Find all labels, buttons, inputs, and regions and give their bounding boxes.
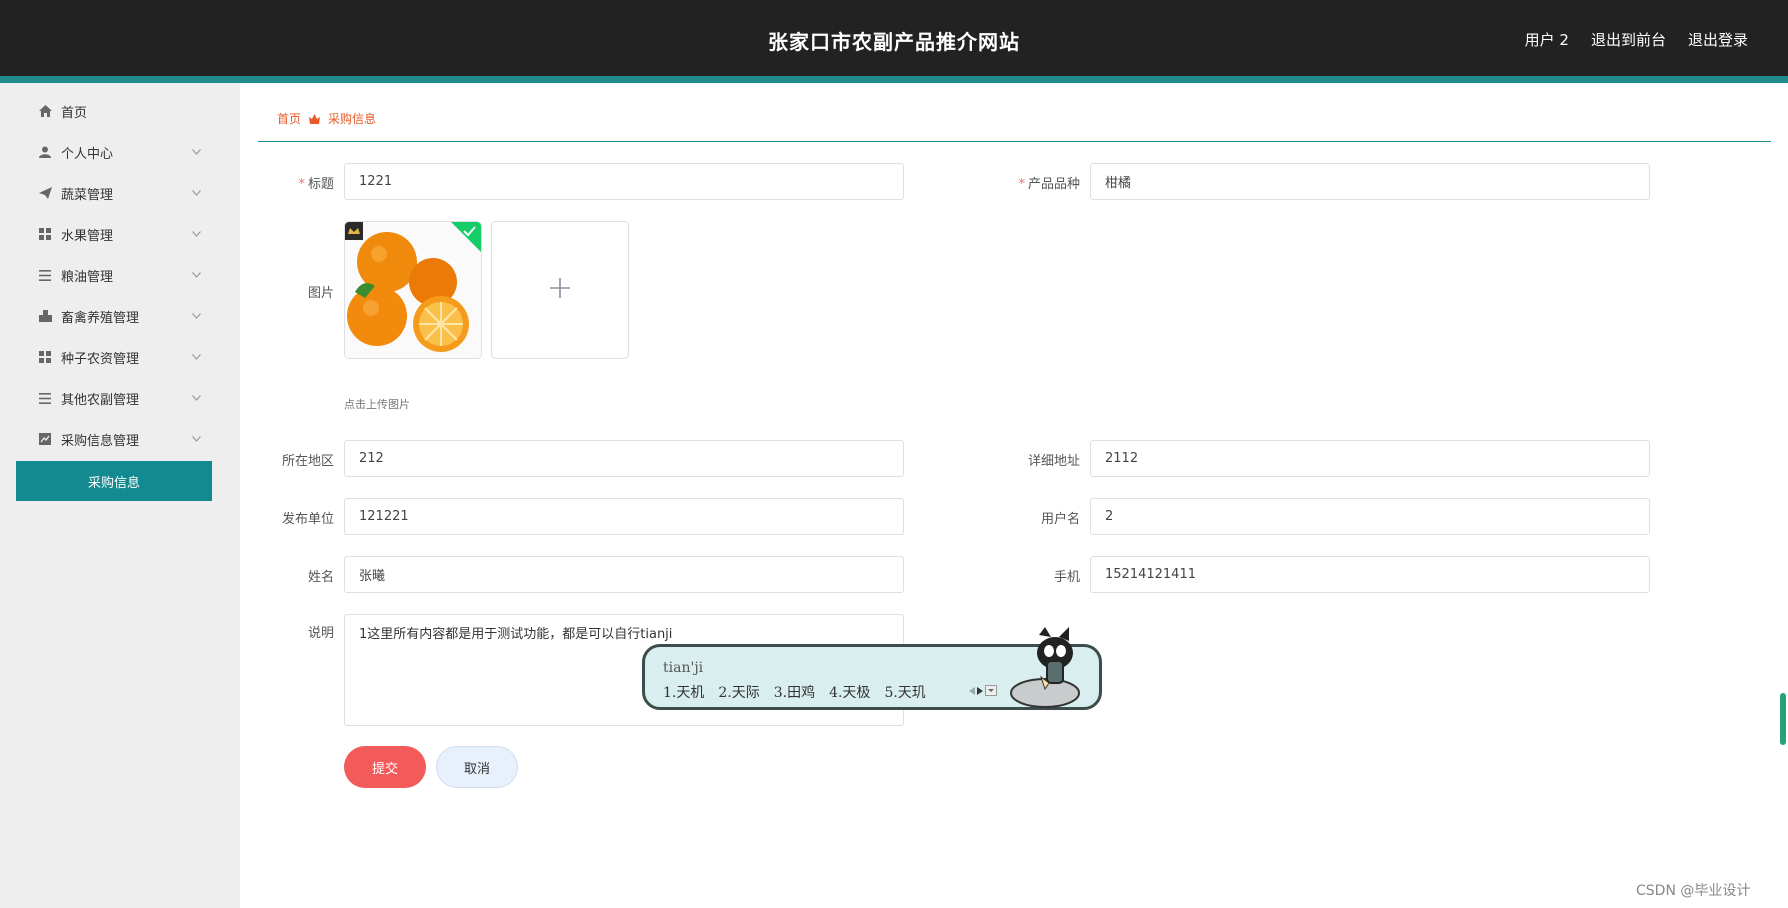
stamp-icon <box>38 309 52 323</box>
site-title: 张家口市农副产品推介网站 <box>768 30 1020 54</box>
upload-hint: 点击上传图片 <box>344 398 410 411</box>
submit-button[interactable]: 提交 <box>344 746 426 788</box>
sidebar-item-grain-oil[interactable]: 粮油管理 <box>0 255 240 295</box>
sidebar-item-label: 水果管理 <box>61 228 114 244</box>
scrollbar-thumb[interactable] <box>1780 693 1786 745</box>
sidebar-item-personal-center[interactable]: 个人中心 <box>0 132 240 172</box>
breadcrumb-home[interactable]: 首页 <box>277 110 301 127</box>
chevron-down-icon <box>191 311 201 321</box>
sidebar-item-label: 蔬菜管理 <box>61 187 114 203</box>
sidebar-item-label: 首页 <box>61 105 88 121</box>
chevron-down-icon <box>191 147 201 157</box>
ime-candidate[interactable]: 3.田鸡 <box>774 682 815 702</box>
sidebar-item-livestock[interactable]: 畜禽养殖管理 <box>0 296 240 336</box>
description-label: 说明 <box>307 626 334 641</box>
sidebar-item-seeds[interactable]: 种子农资管理 <box>0 337 240 377</box>
chevron-right-icon[interactable] <box>977 686 983 695</box>
dropdown-icon[interactable] <box>985 685 997 696</box>
uploaded-image[interactable] <box>344 221 482 359</box>
name-label: 姓名 <box>307 570 334 585</box>
sidebar-subitem-purchase-info[interactable]: 采购信息 <box>16 461 212 501</box>
ime-candidates: 1.天机 2.天际 3.田鸡 4.天极 5.天玑 <box>663 682 926 702</box>
crown-icon <box>309 113 321 124</box>
grid-icon <box>38 350 52 364</box>
variety-input[interactable]: 柑橘 <box>1090 163 1650 200</box>
cancel-button[interactable]: 取消 <box>436 746 518 788</box>
breadcrumb-divider <box>258 141 1771 142</box>
sidebar-item-fruits[interactable]: 水果管理 <box>0 214 240 254</box>
sidebar-item-label: 其他农副管理 <box>61 392 140 408</box>
ime-page-controls[interactable] <box>969 685 997 696</box>
chevron-left-icon[interactable] <box>969 686 975 695</box>
image-label: 图片 <box>307 286 334 301</box>
list-icon <box>38 391 52 405</box>
grid-icon <box>38 227 52 241</box>
address-label: 详细地址 <box>1027 454 1080 469</box>
chevron-down-icon <box>191 393 201 403</box>
watermark: CSDN @毕业设计 <box>1636 883 1751 899</box>
phone-label: 手机 <box>1053 570 1080 585</box>
chevron-down-icon <box>191 434 201 444</box>
send-icon <box>38 186 52 200</box>
sidebar-item-purchase[interactable]: 采购信息管理 <box>0 419 240 459</box>
username-input[interactable]: 2 <box>1090 498 1650 535</box>
top-header: 张家口市农副产品推介网站 用户 2 退出到前台 退出登录 <box>0 0 1788 76</box>
ime-mascot-cat <box>1010 627 1080 708</box>
address-input[interactable]: 2112 <box>1090 440 1650 477</box>
header-links: 用户 2 退出到前台 退出登录 <box>1525 29 1748 50</box>
sidebar-item-label: 个人中心 <box>61 146 114 162</box>
chevron-down-icon <box>191 270 201 280</box>
title-label: * 标题 <box>298 177 334 192</box>
ime-candidate[interactable]: 4.天极 <box>829 682 870 702</box>
username-label: 用户名 <box>1040 512 1080 527</box>
sidebar-item-label: 粮油管理 <box>61 269 114 285</box>
publisher-input[interactable]: 121221 <box>344 498 904 535</box>
tangerine-photo <box>345 222 481 358</box>
title-input[interactable]: 1221 <box>344 163 904 200</box>
ime-candidate-window: tian'ji 1.天机 2.天际 3.田鸡 4.天极 5.天玑 <box>642 627 1102 710</box>
phone-input[interactable]: 15214121411 <box>1090 556 1650 593</box>
list-icon <box>38 268 52 282</box>
sidebar-item-label: 采购信息管理 <box>61 433 140 449</box>
sidebar-item-label: 畜禽养殖管理 <box>61 310 140 326</box>
sidebar-item-other[interactable]: 其他农副管理 <box>0 378 240 418</box>
region-input[interactable]: 212 <box>344 440 904 477</box>
ime-candidate[interactable]: 5.天玑 <box>884 682 925 702</box>
sidebar-item-vegetables[interactable]: 蔬菜管理 <box>0 173 240 213</box>
chevron-down-icon <box>191 352 201 362</box>
ime-candidate[interactable]: 2.天际 <box>718 682 759 702</box>
chart-icon <box>38 432 52 446</box>
ime-pinyin: tian'ji <box>663 660 704 676</box>
breadcrumb: 首页 采购信息 <box>277 110 376 127</box>
region-label: 所在地区 <box>281 454 334 469</box>
user-icon <box>38 145 52 159</box>
publisher-label: 发布单位 <box>281 512 334 527</box>
sidebar: 首页 个人中心 蔬菜管理 水果管理 粮油管理 畜禽养殖管理 种子农资管理 其他农… <box>0 83 240 908</box>
back-to-frontend-link[interactable]: 退出到前台 <box>1591 29 1666 50</box>
upload-button[interactable] <box>491 221 629 359</box>
user-link[interactable]: 用户 2 <box>1525 29 1569 50</box>
home-icon <box>38 104 52 118</box>
name-input[interactable]: 张曦 <box>344 556 904 593</box>
logout-link[interactable]: 退出登录 <box>1688 29 1748 50</box>
sidebar-item-home[interactable]: 首页 <box>0 91 240 131</box>
header-accent-bar <box>0 76 1788 83</box>
sidebar-item-label: 种子农资管理 <box>61 351 140 367</box>
chevron-down-icon <box>191 188 201 198</box>
ime-candidate[interactable]: 1.天机 <box>663 682 704 702</box>
chevron-down-icon <box>191 229 201 239</box>
plus-icon <box>548 276 572 304</box>
variety-label: * 产品品种 <box>1018 177 1080 192</box>
breadcrumb-current: 采购信息 <box>328 112 377 126</box>
